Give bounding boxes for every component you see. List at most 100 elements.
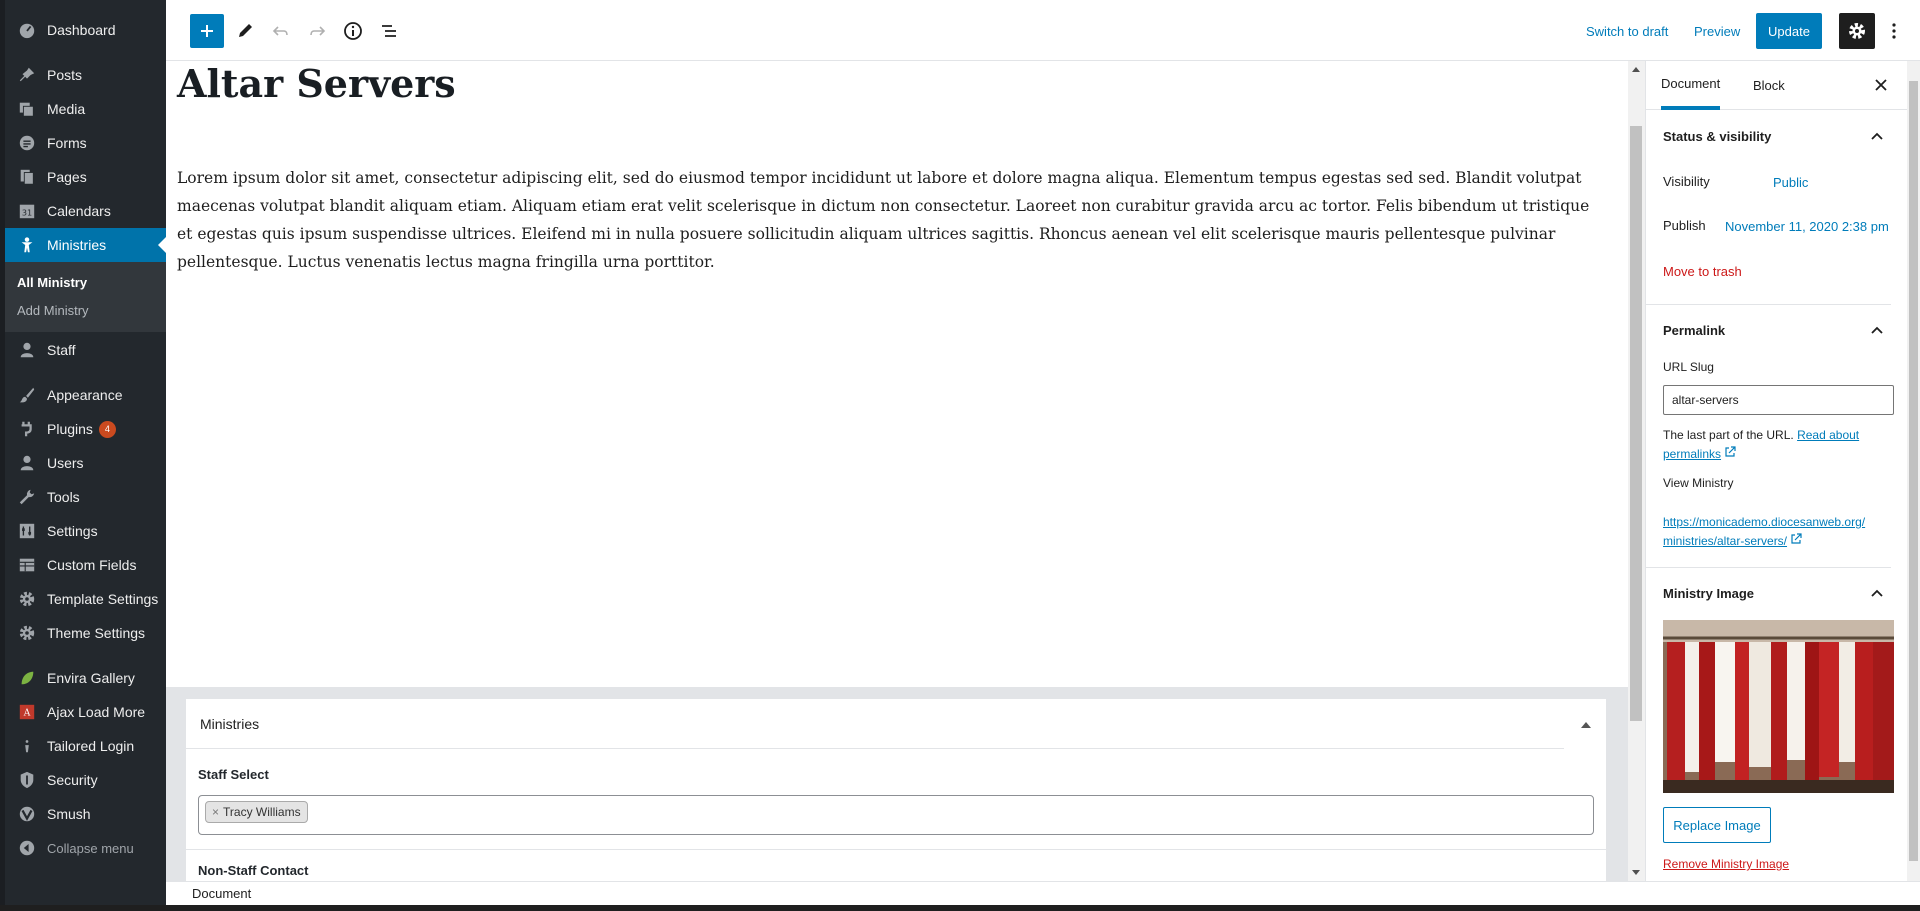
menu-label: Smush [47, 806, 91, 822]
table-icon [17, 555, 37, 575]
menu-label: Template Settings [47, 591, 159, 607]
staff-select-label: Staff Select [198, 767, 269, 782]
menu-item-template-settings[interactable]: Template Settings [5, 582, 166, 616]
field-divider [186, 849, 1606, 850]
replace-image-button[interactable]: Replace Image [1663, 807, 1771, 843]
menu-item-media[interactable]: Media [5, 92, 166, 126]
ministries-metabox: Ministries Staff Select × Tracy Williams… [185, 698, 1607, 881]
tools-button[interactable] [228, 14, 262, 48]
publish-label: Publish [1663, 218, 1706, 233]
metabox-title: Ministries [200, 715, 260, 732]
permalinks-link[interactable]: permalinks [1663, 447, 1721, 461]
users-icon [17, 453, 37, 473]
menu-label: Calendars [47, 203, 111, 219]
paragraph-block[interactable]: Lorem ipsum dolor sit amet, consectetur … [177, 164, 1607, 276]
editor-scrollbar[interactable] [1628, 61, 1645, 881]
menu-item-dashboard[interactable]: Dashboard [5, 13, 166, 47]
panel-title: Status & visibility [1663, 128, 1772, 144]
metabox-header[interactable]: Ministries [186, 699, 1564, 749]
chevron-up-icon [1871, 589, 1883, 597]
info-button[interactable] [336, 14, 370, 48]
submenu-add-ministry[interactable]: Add Ministry [17, 303, 89, 318]
os-taskbar [0, 905, 1920, 911]
scrollbar-thumb[interactable] [1630, 126, 1642, 721]
menu-item-envira-gallery[interactable]: Envira Gallery [5, 661, 166, 695]
undo-button[interactable] [264, 14, 298, 48]
menu-item-settings[interactable]: Settings [5, 514, 166, 548]
menu-item-pages[interactable]: Pages [5, 160, 166, 194]
sidebar-scrollbar-thumb[interactable] [1909, 81, 1918, 861]
menu-label: Ajax Load More [47, 704, 146, 720]
scroll-up-arrow[interactable] [1632, 67, 1640, 72]
ministry-featured-image[interactable] [1663, 620, 1894, 793]
menu-label: Security [47, 772, 98, 788]
more-options-button[interactable] [1882, 13, 1906, 49]
settings-toggle-button[interactable] [1839, 13, 1875, 49]
menu-label: Envira Gallery [47, 670, 135, 686]
forms-icon [17, 133, 37, 153]
editor-canvas: Altar Servers Lorem ipsum dolor sit amet… [166, 61, 1628, 881]
menu-item-users[interactable]: Users [5, 446, 166, 480]
menu-item-ajax-load-more[interactable]: A Ajax Load More [5, 695, 166, 729]
remove-chip-icon[interactable]: × [212, 805, 219, 819]
move-to-trash-button[interactable]: Move to trash [1663, 264, 1742, 279]
menu-item-posts[interactable]: Posts [5, 58, 166, 92]
update-button[interactable]: Update [1756, 13, 1822, 49]
staff-select-input[interactable]: × Tracy Williams [198, 795, 1594, 835]
menu-item-calendars[interactable]: 31 Calendars [5, 194, 166, 228]
preview-button[interactable]: Preview [1694, 24, 1740, 39]
dashboard-icon [17, 20, 37, 40]
add-block-button[interactable] [190, 14, 224, 48]
read-about-link[interactable]: Read about [1797, 428, 1859, 442]
permalink-panel-toggle[interactable]: Permalink [1646, 305, 1891, 355]
panel-title: Permalink [1663, 322, 1726, 338]
status-visibility-panel-toggle[interactable]: Status & visibility [1646, 111, 1891, 161]
collapse-menu-button[interactable]: Collapse menu [5, 831, 166, 865]
metabox-toggle-button[interactable] [1576, 715, 1596, 735]
leaf-icon [17, 668, 37, 688]
close-icon [1875, 79, 1887, 91]
scroll-down-arrow[interactable] [1632, 870, 1640, 875]
menu-label: Appearance [47, 387, 123, 403]
menu-item-security[interactable]: Security [5, 763, 166, 797]
post-title[interactable]: Altar Servers [177, 61, 456, 106]
menu-item-plugins[interactable]: Plugins 4 [5, 412, 166, 446]
switch-to-draft-button[interactable]: Switch to draft [1586, 24, 1668, 39]
ministry-image-panel-toggle[interactable]: Ministry Image [1646, 568, 1891, 618]
menu-label: Plugins [47, 421, 93, 437]
menu-item-ministries[interactable]: Ministries [5, 228, 166, 262]
collapse-icon [17, 838, 37, 858]
menu-item-forms[interactable]: Forms [5, 126, 166, 160]
permalink-help-text: The last part of the URL. Read about per… [1663, 426, 1893, 464]
ministry-url-link[interactable]: https://monicademo.diocesanweb.org/ mini… [1663, 513, 1893, 551]
block-breadcrumb[interactable]: Document [192, 886, 251, 901]
menu-item-tools[interactable]: Tools [5, 480, 166, 514]
menu-label: Pages [47, 169, 87, 185]
menu-item-smush[interactable]: Smush [5, 797, 166, 831]
menu-label: Tailored Login [47, 738, 135, 754]
menu-item-tailored-login[interactable]: Tailored Login [5, 729, 166, 763]
menu-label: Dashboard [47, 22, 116, 38]
menu-item-theme-settings[interactable]: Theme Settings [5, 616, 166, 650]
redo-button[interactable] [300, 14, 334, 48]
menu-label: Settings [47, 523, 98, 539]
smush-icon [17, 804, 37, 824]
submenu-all-ministry[interactable]: All Ministry [17, 275, 87, 290]
block-navigation-button[interactable] [372, 14, 406, 48]
collapse-label: Collapse menu [47, 840, 134, 856]
robes-photo [1663, 620, 1894, 793]
menu-item-custom-fields[interactable]: Custom Fields [5, 548, 166, 582]
visibility-value-button[interactable]: Public [1773, 175, 1808, 190]
url-slug-input[interactable]: altar-servers [1663, 385, 1894, 415]
svg-text:A: A [23, 709, 31, 719]
tab-block[interactable]: Block [1753, 61, 1785, 110]
editor-toolbar: Switch to draft Preview Update [166, 0, 1920, 61]
publish-date-button[interactable]: November 11, 2020 2:38 pm [1725, 219, 1889, 234]
menu-item-appearance[interactable]: Appearance [5, 378, 166, 412]
sidebar-scrollbar[interactable] [1907, 61, 1920, 881]
tab-document[interactable]: Document [1661, 61, 1721, 110]
remove-image-link[interactable]: Remove Ministry Image [1663, 857, 1789, 871]
close-sidebar-button[interactable] [1871, 75, 1891, 95]
menu-item-staff[interactable]: Staff [5, 333, 166, 367]
sidebar-tabs: Document Block [1646, 61, 1920, 110]
